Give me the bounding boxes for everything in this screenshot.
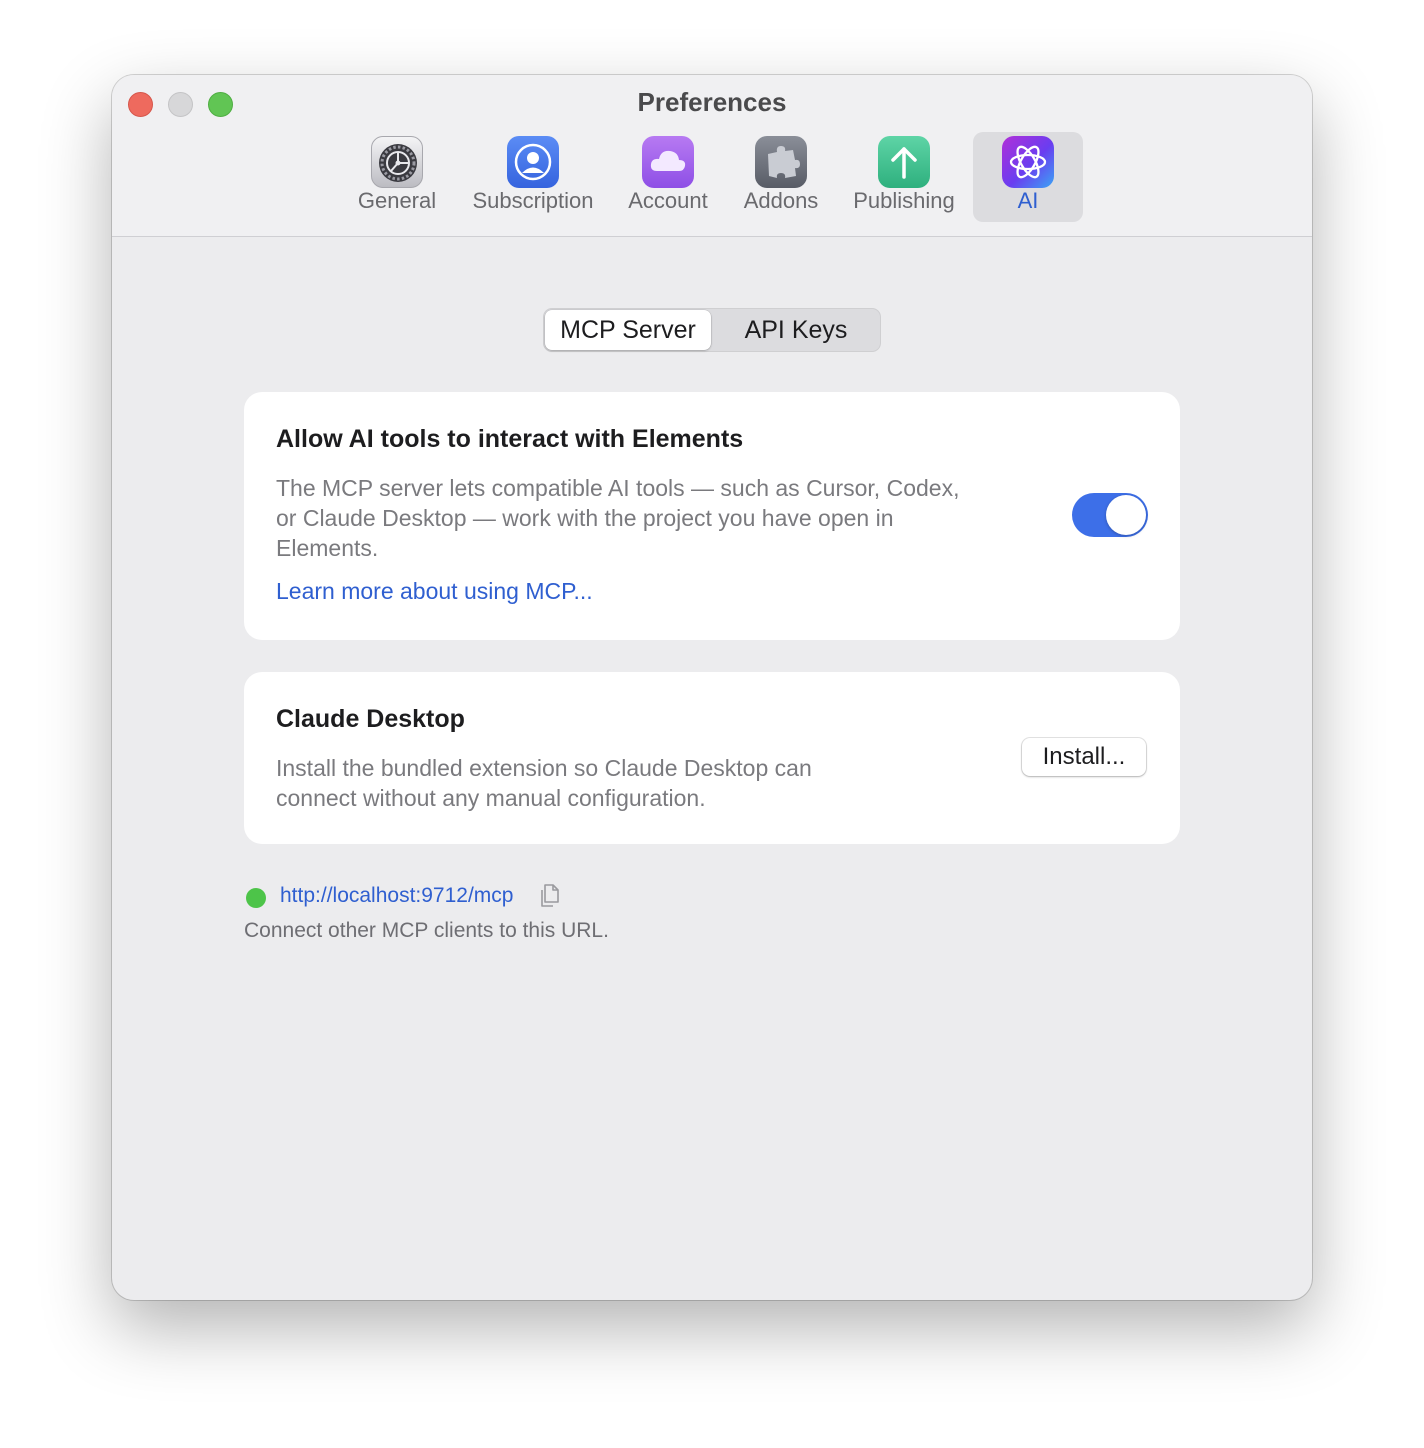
upload-arrow-icon (878, 136, 930, 188)
toolbar-item-publishing[interactable]: Publishing (842, 132, 966, 222)
server-status-indicator (246, 888, 266, 908)
toolbar-label-addons: Addons (743, 188, 819, 213)
cloud-icon (642, 136, 694, 188)
toolbar-label-subscription: Subscription (472, 188, 594, 213)
toolbar-label-publishing: Publishing (853, 188, 955, 213)
preferences-window: Preferences General Subscription Account… (112, 75, 1312, 1300)
window-title: Preferences (637, 87, 787, 117)
mcp-card-title: Allow AI tools to interact with Elements (276, 425, 744, 453)
server-url-caption: Connect other MCP clients to this URL. (244, 919, 609, 942)
mcp-card-description: The MCP server lets compatible AI tools … (276, 475, 960, 561)
puzzle-icon (755, 136, 807, 188)
toggle-knob (1106, 495, 1146, 535)
learn-more-mcp-link[interactable]: Learn more about using MCP... (276, 578, 593, 605)
toolbar-item-ai[interactable]: AI (973, 132, 1083, 222)
claude-desktop-card: Claude Desktop Install the bundled exten… (244, 672, 1180, 844)
tab-api-keys[interactable]: API Keys (713, 310, 879, 350)
person-icon (507, 136, 559, 188)
atom-icon (1002, 136, 1054, 188)
toolbar-label-account: Account (628, 188, 708, 213)
install-button[interactable]: Install... (1022, 738, 1146, 776)
toolbar-item-general[interactable]: General (350, 132, 444, 222)
toolbar-label-general: General (357, 188, 437, 213)
copy-icon[interactable] (538, 883, 560, 909)
toolbar-item-account[interactable]: Account (622, 132, 714, 222)
toolbar-item-addons[interactable]: Addons (732, 132, 830, 222)
claude-card-title: Claude Desktop (276, 705, 465, 733)
gear-icon (371, 136, 423, 188)
server-url-link[interactable]: http://localhost:9712/mcp (280, 884, 513, 908)
segmented-control: MCP Server API Keys (543, 308, 881, 352)
toolbar-label-ai: AI (1017, 188, 1039, 213)
claude-card-description: Install the bundled extension so Claude … (276, 755, 812, 811)
titlebar: Preferences General Subscription Account… (112, 75, 1312, 237)
toolbar-item-subscription[interactable]: Subscription (462, 132, 604, 222)
tab-mcp-server[interactable]: MCP Server (545, 310, 711, 350)
mcp-enable-toggle[interactable] (1072, 493, 1148, 537)
mcp-server-card: Allow AI tools to interact with Elements… (244, 392, 1180, 640)
